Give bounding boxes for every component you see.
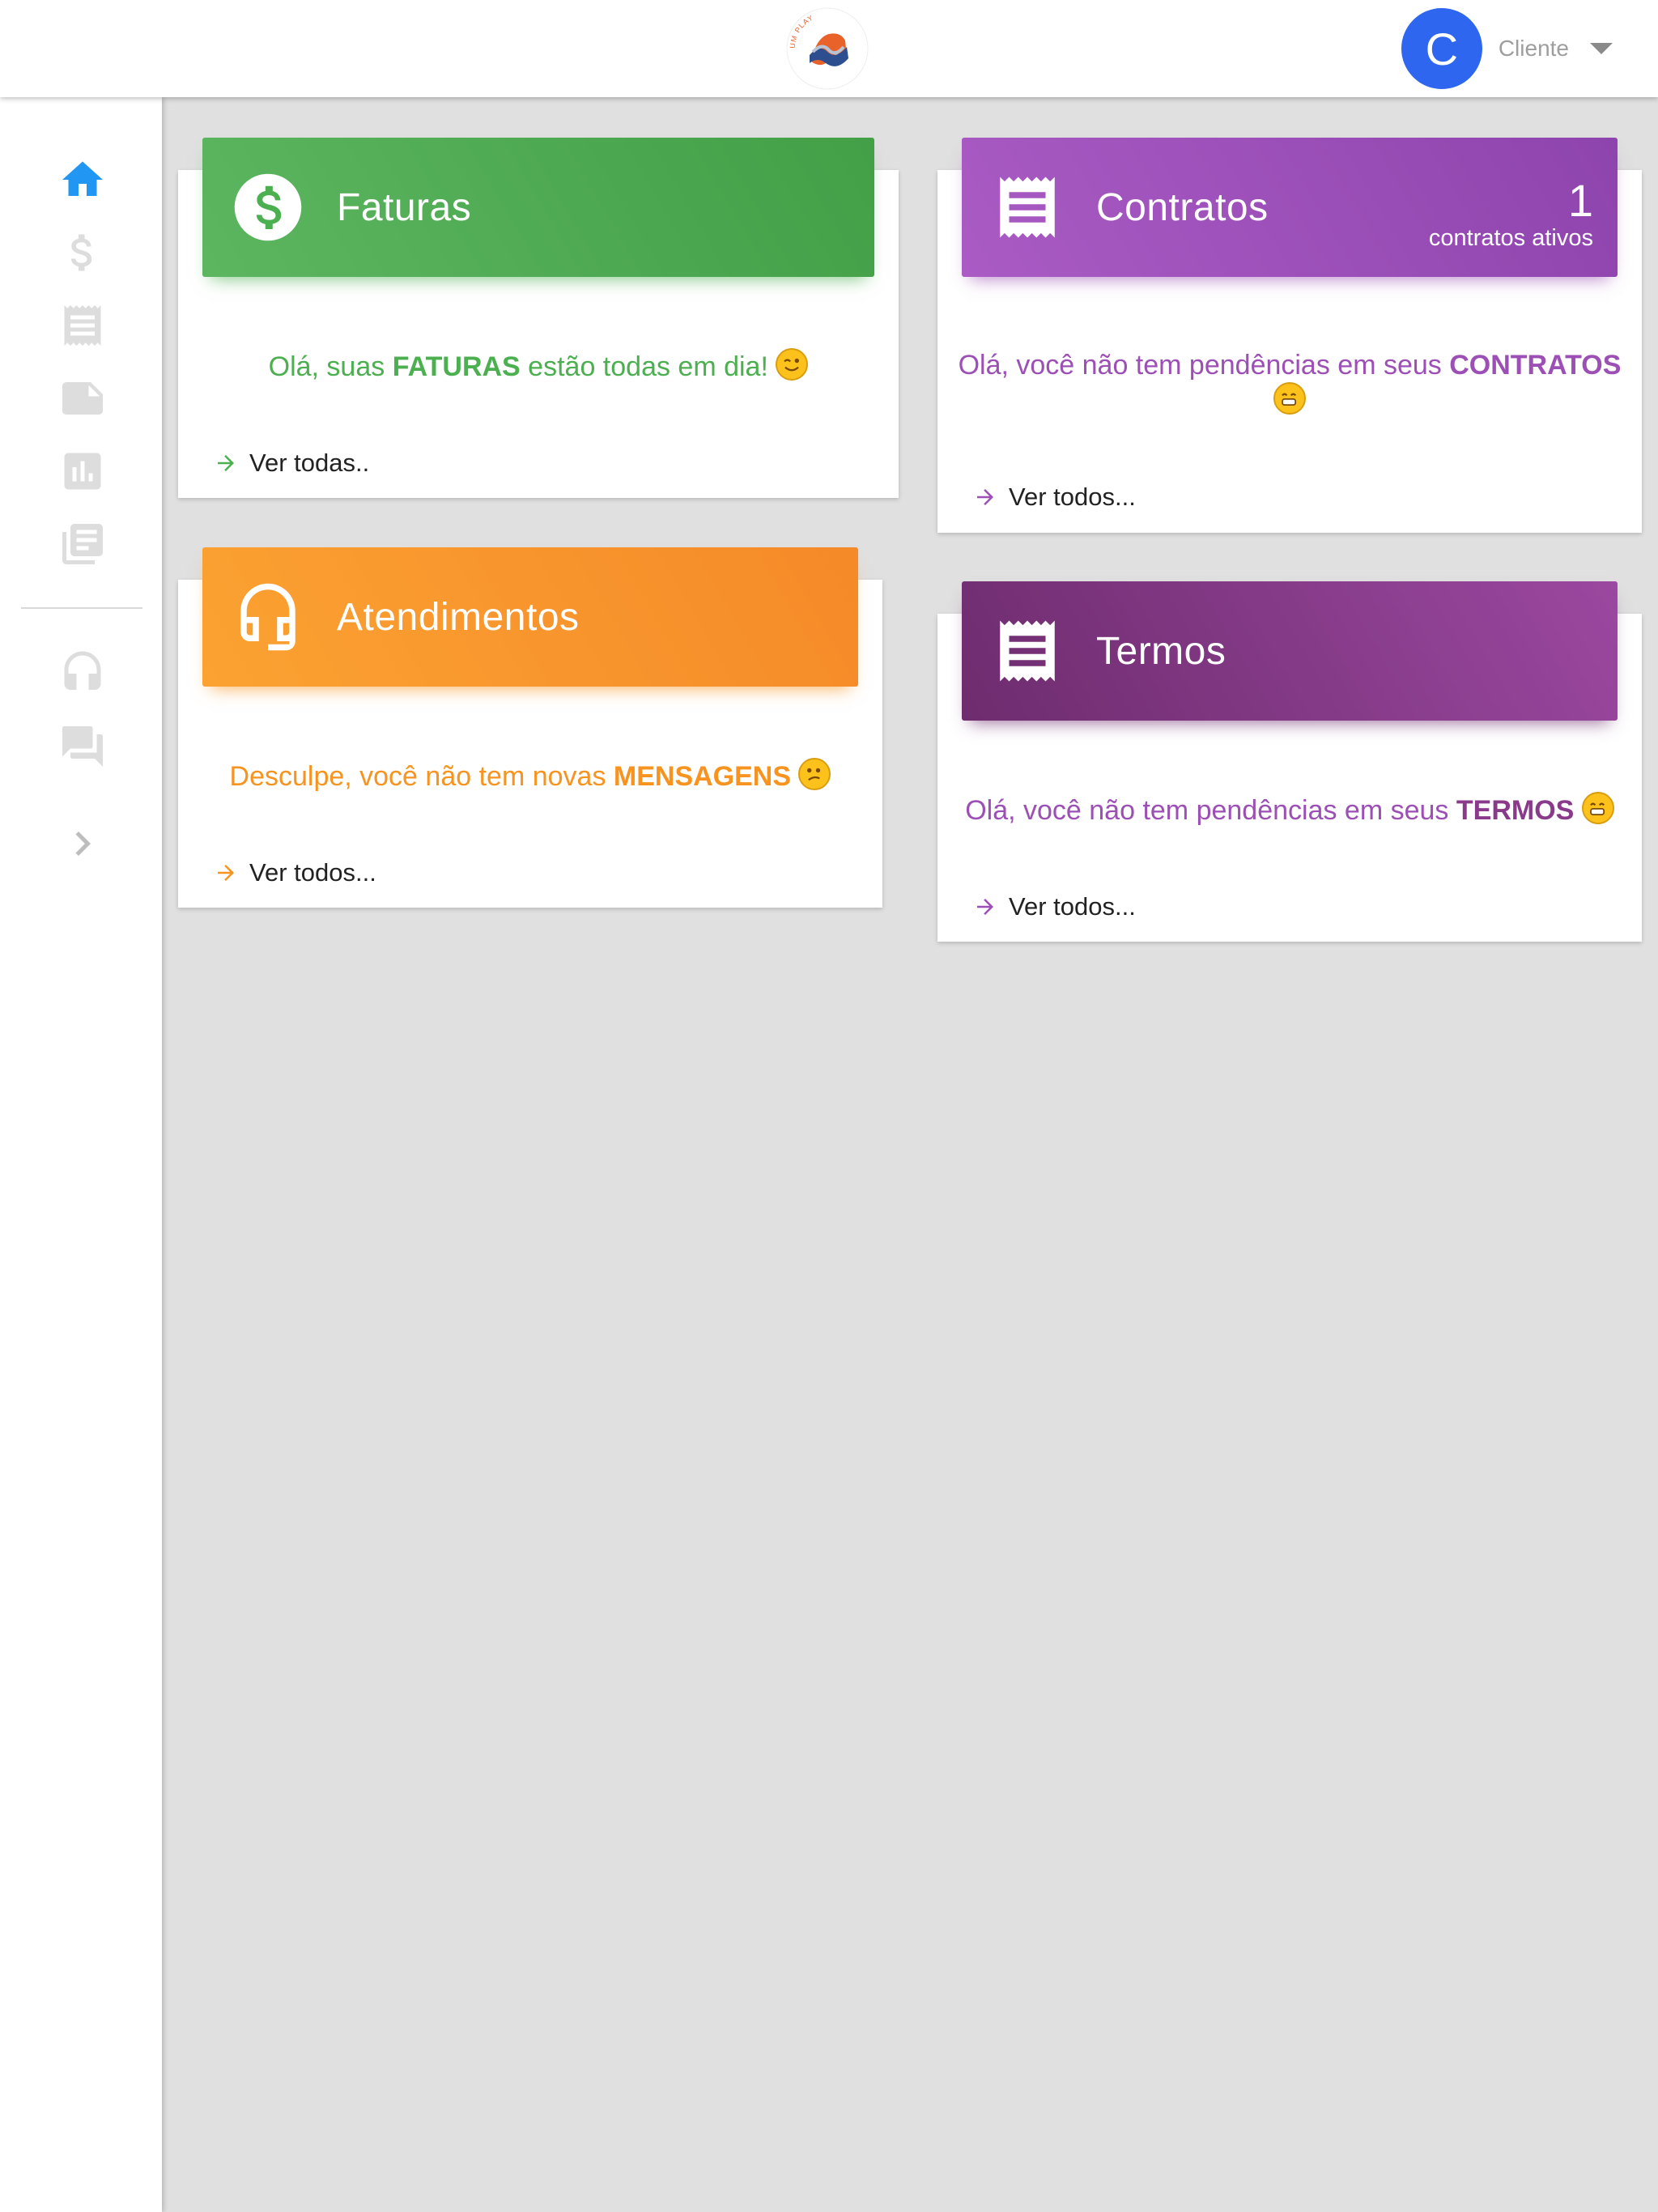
atendimentos-see-all-link[interactable]: Ver todos... xyxy=(214,858,376,887)
forum-icon xyxy=(62,726,103,767)
chevron-down-icon[interactable] xyxy=(1590,43,1613,54)
headset-icon xyxy=(64,651,101,690)
note-icon xyxy=(62,382,103,415)
user-name[interactable]: Cliente xyxy=(1499,36,1569,62)
receipt-icon xyxy=(1000,177,1055,238)
faturas-link-label: Ver todas.. xyxy=(249,449,370,477)
atendimentos-title: Atendimentos xyxy=(337,595,580,639)
faturas-message-prefix: Olá, suas xyxy=(268,351,393,382)
faturas-card-header: Faturas xyxy=(202,138,874,277)
sidebar-expand-button[interactable] xyxy=(49,810,117,878)
termos-see-all-link[interactable]: Ver todos... xyxy=(973,892,1136,921)
chevron-right-icon xyxy=(75,832,91,856)
chart-icon xyxy=(64,453,101,490)
wink-emoji-icon xyxy=(776,348,809,381)
contratos-see-all-link[interactable]: Ver todos... xyxy=(973,483,1136,512)
sidebar-item-atendimentos[interactable] xyxy=(49,640,117,708)
arrow-right-icon xyxy=(218,455,234,471)
termos-link-label: Ver todos... xyxy=(1009,892,1136,921)
contratos-message: Olá, você não tem pendências em seus CON… xyxy=(937,348,1642,418)
user-avatar[interactable]: C xyxy=(1401,8,1482,89)
grin-emoji-icon xyxy=(1581,792,1614,824)
dollar-circle-icon xyxy=(234,173,302,241)
arrow-right-icon xyxy=(977,899,993,915)
contratos-card-header: Contratos 1 contratos ativos xyxy=(962,138,1618,277)
receipt-icon xyxy=(64,305,101,346)
home-icon xyxy=(62,161,103,196)
headset-icon xyxy=(240,583,295,651)
termos-message-prefix: Olá, você não tem pendências em seus xyxy=(965,795,1456,826)
dollar-icon xyxy=(70,234,92,271)
atendimentos-message-bold: MENSAGENS xyxy=(613,761,792,792)
sidebar xyxy=(0,97,162,2212)
contratos-title: Contratos xyxy=(1096,185,1269,229)
receipt-icon xyxy=(1000,620,1055,682)
faturas-message: Olá, suas FATURAS estão todas em dia! xyxy=(178,348,899,384)
sidebar-item-faturas[interactable] xyxy=(49,219,117,287)
atendimentos-card-header: Atendimentos xyxy=(202,547,858,687)
contratos-message-prefix: Olá, você não tem pendências em seus xyxy=(958,350,1450,381)
termos-message: Olá, você não tem pendências em seus TER… xyxy=(937,792,1642,827)
sidebar-item-contratos[interactable] xyxy=(49,291,117,359)
brand-logo[interactable]: UM PLAY xyxy=(784,5,871,92)
faturas-message-suffix: estão todas em dia! xyxy=(520,351,768,382)
atendimentos-message: Desculpe, você não tem novas MENSAGENS xyxy=(178,758,882,793)
sidebar-item-reports[interactable] xyxy=(49,437,117,505)
grin-emoji-icon xyxy=(1273,382,1306,415)
termos-title: Termos xyxy=(1096,629,1226,673)
contratos-count-label: contratos ativos xyxy=(1428,225,1593,251)
faturas-see-all-link[interactable]: Ver todas.. xyxy=(214,449,369,478)
termos-card-header: Termos xyxy=(962,581,1618,721)
faturas-message-bold: FATURAS xyxy=(392,351,521,382)
faturas-title: Faturas xyxy=(337,185,472,229)
sidebar-divider xyxy=(21,607,142,609)
contratos-count-number: 1 xyxy=(1567,175,1593,226)
arrow-right-icon xyxy=(977,489,993,505)
atendimentos-link-label: Ver todos... xyxy=(249,858,376,887)
user-menu[interactable]: C Cliente xyxy=(1401,8,1613,89)
confused-emoji-icon xyxy=(798,758,831,790)
sidebar-item-notes[interactable] xyxy=(49,364,117,432)
atendimentos-message-prefix: Desculpe, você não tem novas xyxy=(229,761,614,792)
contratos-count: 1 contratos ativos xyxy=(1429,177,1593,252)
library-icon xyxy=(62,524,103,564)
top-bar: UM PLAY C Cliente xyxy=(0,0,1658,97)
sidebar-item-termos[interactable] xyxy=(49,510,117,578)
contratos-link-label: Ver todos... xyxy=(1009,483,1136,511)
sidebar-item-home[interactable] xyxy=(49,146,117,214)
contratos-message-bold: CONTRATOS xyxy=(1449,350,1622,381)
termos-message-bold: TERMOS xyxy=(1456,795,1575,826)
arrow-right-icon xyxy=(218,865,234,881)
sidebar-item-messages[interactable] xyxy=(49,713,117,781)
